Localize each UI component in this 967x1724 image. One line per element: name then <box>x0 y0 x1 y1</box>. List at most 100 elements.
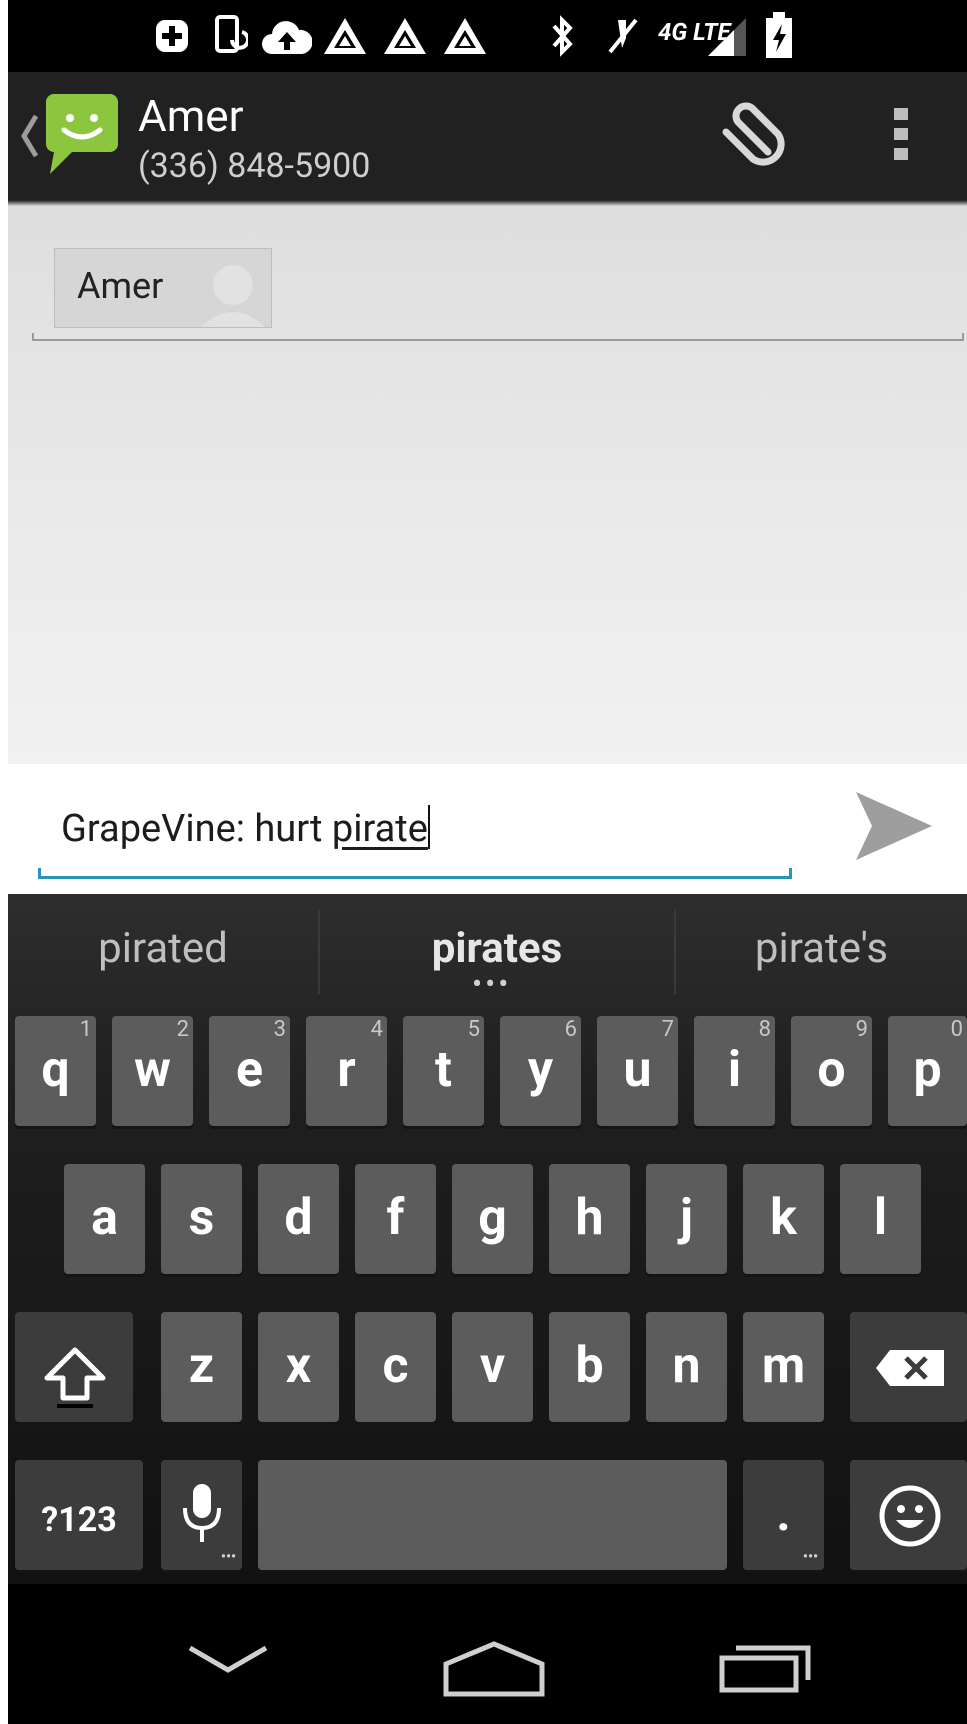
battery-charging-icon <box>766 12 792 58</box>
emoji-key[interactable] <box>850 1460 967 1570</box>
key-s[interactable]: s <box>161 1164 242 1274</box>
suggestion-left[interactable]: pirated <box>8 894 318 1004</box>
key-n[interactable]: n <box>646 1312 727 1422</box>
message-input-tick-right <box>789 868 792 879</box>
key-g[interactable]: g <box>452 1164 533 1274</box>
key-w[interactable]: w2 <box>112 1016 193 1126</box>
message-input[interactable]: GrapeVine: hurt pirate <box>61 802 430 856</box>
key-label: i <box>727 1041 742 1099</box>
key-q[interactable]: q1 <box>15 1016 96 1126</box>
key-label: n <box>672 1337 701 1395</box>
key-u[interactable]: u7 <box>597 1016 678 1126</box>
period-key[interactable]: . ••• <box>743 1460 824 1570</box>
recent-apps-icon[interactable] <box>718 1642 814 1694</box>
phone-screen: AT&T 4G LTE 9:28 Amer (336) 848-5900 Ame… <box>8 0 967 1724</box>
key-label: u <box>623 1041 652 1099</box>
more-suggestions-dots: ••• <box>472 967 512 1002</box>
key-hint: 7 <box>661 1017 674 1042</box>
key-label: . <box>776 1485 791 1543</box>
key-hint: 2 <box>176 1017 189 1042</box>
recipient-chip-label: Amer <box>77 265 164 307</box>
key-label: c <box>382 1337 409 1395</box>
recipient-field-tick-right <box>962 333 964 341</box>
key-label: m <box>761 1337 806 1395</box>
recipient-field-underline <box>32 339 964 341</box>
microphone-icon <box>183 1484 221 1542</box>
key-hint: 6 <box>564 1017 577 1042</box>
key-label: r <box>337 1041 356 1099</box>
hide-keyboard-icon[interactable] <box>186 1640 270 1680</box>
shift-arrow-icon <box>44 1347 106 1408</box>
key-v[interactable]: v <box>452 1312 533 1422</box>
message-text: GrapeVine: hurt <box>61 807 332 851</box>
key-o[interactable]: o9 <box>791 1016 872 1126</box>
space-bar[interactable] <box>258 1460 727 1570</box>
key-label: x <box>285 1337 312 1395</box>
contact-avatar-icon <box>201 265 265 327</box>
key-e[interactable]: e3 <box>209 1016 290 1126</box>
key-z[interactable]: z <box>161 1312 242 1422</box>
key-m[interactable]: m <box>743 1312 824 1422</box>
emoji-icon <box>879 1485 941 1547</box>
key-j[interactable]: j <box>646 1164 727 1274</box>
key-b[interactable]: b <box>549 1312 630 1422</box>
key-t[interactable]: t5 <box>403 1016 484 1126</box>
contact-phone: (336) 848-5900 <box>138 146 371 186</box>
key-label: w <box>134 1041 171 1099</box>
key-h[interactable]: h <box>549 1164 630 1274</box>
key-label: v <box>479 1337 506 1395</box>
key-x[interactable]: x <box>258 1312 339 1422</box>
pyramid-icon <box>444 18 486 54</box>
key-r[interactable]: r4 <box>306 1016 387 1126</box>
key-hint: 1 <box>79 1017 92 1042</box>
key-label: f <box>386 1189 405 1247</box>
shift-key[interactable] <box>15 1312 133 1422</box>
message-input-underline <box>38 876 792 879</box>
paperclip-icon[interactable] <box>708 98 788 178</box>
key-hint: 0 <box>950 1017 963 1042</box>
key-hint: 5 <box>467 1017 480 1042</box>
more-dots: ••• <box>220 1549 236 1565</box>
key-f[interactable]: f <box>355 1164 436 1274</box>
pyramid-icon <box>384 18 426 54</box>
home-icon[interactable] <box>442 1640 546 1698</box>
key-label: j <box>679 1189 693 1247</box>
symbols-key[interactable]: ?123 <box>15 1460 143 1570</box>
key-label: q <box>41 1041 70 1099</box>
key-hint: 3 <box>273 1017 286 1042</box>
key-hint: 4 <box>370 1017 383 1042</box>
overflow-menu-icon[interactable] <box>890 104 914 166</box>
key-hint: 9 <box>855 1017 868 1042</box>
key-label: l <box>873 1189 888 1247</box>
contact-name: Amer <box>138 90 244 142</box>
key-label: p <box>913 1041 942 1099</box>
send-icon[interactable] <box>850 786 940 866</box>
key-y[interactable]: y6 <box>500 1016 581 1126</box>
voice-input-key[interactable]: ••• <box>161 1460 242 1570</box>
key-label: d <box>284 1189 313 1247</box>
signal-icon <box>708 18 746 56</box>
key-label: h <box>575 1189 604 1247</box>
key-d[interactable]: d <box>258 1164 339 1274</box>
key-p[interactable]: p0 <box>888 1016 967 1126</box>
key-label: k <box>770 1189 797 1247</box>
message-input-tick-left <box>38 868 41 879</box>
recipient-chip[interactable]: Amer <box>54 248 272 328</box>
backspace-key[interactable] <box>850 1312 967 1422</box>
key-label: t <box>435 1041 452 1099</box>
key-l[interactable]: l <box>840 1164 921 1274</box>
suggestion-right[interactable]: pirate's <box>676 894 967 1004</box>
more-dots: ••• <box>802 1549 818 1565</box>
pyramid-icon <box>324 18 366 54</box>
key-i[interactable]: i8 <box>694 1016 775 1126</box>
phone-sync-icon <box>215 15 248 53</box>
key-label: e <box>235 1041 263 1099</box>
messaging-smiley-icon[interactable] <box>40 90 124 176</box>
key-a[interactable]: a <box>64 1164 145 1274</box>
plus-box-icon <box>156 20 188 52</box>
key-k[interactable]: k <box>743 1164 824 1274</box>
key-label: a <box>91 1189 118 1247</box>
key-label: y <box>527 1041 554 1099</box>
cloud-upload-icon <box>262 21 312 54</box>
key-c[interactable]: c <box>355 1312 436 1422</box>
